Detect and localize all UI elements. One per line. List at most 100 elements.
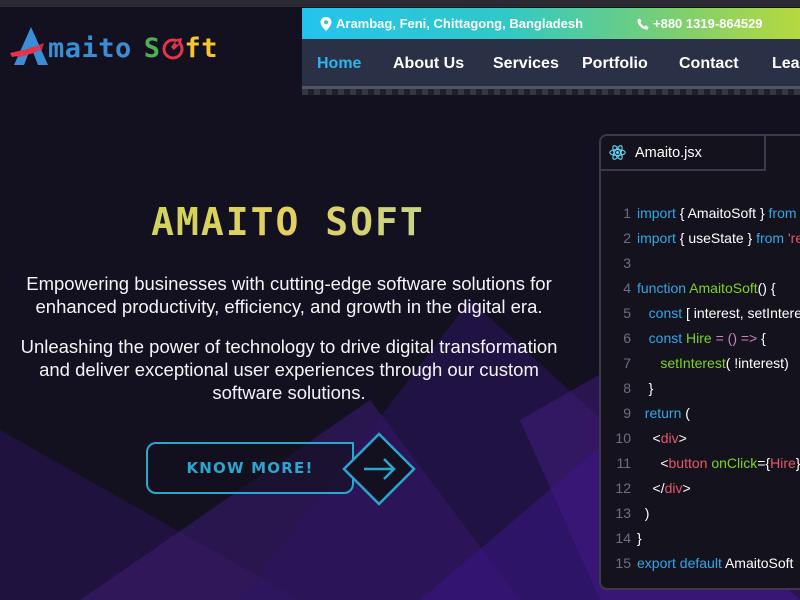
- code-lines: 1 import { AmaitoSoft } from 2 import { us…: [601, 201, 800, 576]
- line-number: 10: [615, 430, 631, 446]
- nav-shadow-divider: [302, 89, 800, 95]
- code-token: const: [648, 305, 687, 321]
- logo-letters-ft: ft: [184, 32, 219, 64]
- line-number: 5: [623, 305, 631, 321]
- code-editor-window: Amaito.jsx 1 import { AmaitoSoft } from 2…: [599, 134, 800, 590]
- line-number: 8: [623, 380, 631, 396]
- code-line: 6 const Hire = () => {: [601, 326, 800, 351]
- code-token: import: [637, 230, 680, 246]
- code-token: return: [644, 405, 686, 421]
- code-token: AmaitoSoft: [689, 280, 758, 296]
- phone-icon: [637, 17, 649, 30]
- code-line: 11 <button onClick={Hire}: [601, 451, 800, 476]
- hero-description-1-line-2: enhanced productivity, efficiency, and g…: [35, 296, 543, 317]
- code-token: onClick: [711, 455, 758, 471]
- line-number: 15: [615, 555, 631, 571]
- code-token: = () =>: [715, 330, 762, 346]
- code-token: >: [678, 430, 687, 446]
- code-line: 15 export default AmaitoSoft: [601, 551, 800, 576]
- code-token: from: [768, 205, 800, 221]
- code-token: {: [761, 330, 766, 346]
- code-token: () {: [757, 280, 776, 296]
- code-line: 1 import { AmaitoSoft } from: [601, 201, 800, 226]
- code-token: function: [637, 280, 690, 296]
- code-token: { AmaitoSoft }: [679, 205, 769, 221]
- code-token: }: [795, 455, 800, 471]
- arrow-right-icon[interactable]: [342, 432, 416, 506]
- code-token: setInterest: [660, 355, 726, 371]
- nav-item-learn[interactable]: Lea: [772, 39, 800, 89]
- nav-item-home[interactable]: Home: [317, 39, 361, 89]
- code-token: }: [637, 530, 642, 546]
- line-number: 11: [616, 455, 631, 471]
- rocket-icon: [162, 37, 184, 59]
- code-line: 10 <div>: [601, 426, 800, 451]
- hero-description-1-line-1: Empowering businesses with cutting-edge …: [26, 273, 552, 294]
- line-number: 1: [623, 205, 631, 221]
- code-token: const: [648, 330, 687, 346]
- main-navigation: Home About Us Services Portfolio Contact…: [302, 39, 800, 89]
- contact-phone[interactable]: +880 1319-864529: [637, 8, 763, 39]
- code-token: >: [682, 480, 691, 496]
- code-token: </: [637, 480, 665, 496]
- code-line: 3: [601, 251, 800, 276]
- contact-bar: Arambag, Feni, Chittagong, Bangladesh +8…: [302, 8, 800, 39]
- code-token: <: [637, 455, 669, 471]
- hero-description-2: Unleashing the power of technology to dr…: [0, 335, 578, 404]
- logo-letter-s: S: [143, 32, 161, 64]
- hero-title: AMAITO SOFT: [0, 200, 576, 244]
- code-line: 2 import { useState } from 're: [601, 226, 800, 251]
- code-token: ( !interest): [725, 355, 789, 371]
- code-token: <: [637, 430, 661, 446]
- code-line: 4 function AmaitoSoft() {: [601, 276, 800, 301]
- nav-item-services[interactable]: Services: [493, 39, 559, 89]
- code-token: }: [637, 380, 654, 396]
- location-pin-icon: [320, 16, 332, 31]
- logo-text-soft: S ft: [144, 33, 218, 64]
- code-file-tab[interactable]: Amaito.jsx: [601, 136, 766, 171]
- site-logo[interactable]: maito S ft: [8, 22, 218, 70]
- line-number: 3: [623, 255, 631, 271]
- hero-description-2-line-2: and deliver exceptional user experiences…: [39, 359, 539, 380]
- know-more-button[interactable]: KNOW MORE!: [146, 442, 354, 494]
- code-token: import: [637, 205, 680, 221]
- code-file-name: Amaito.jsx: [635, 144, 702, 161]
- code-token: Hire: [686, 330, 716, 346]
- hero-description-1: Empowering businesses with cutting-edge …: [0, 272, 578, 318]
- hero-description-2-line-3: software solutions.: [212, 382, 366, 403]
- code-token: 're: [787, 230, 800, 246]
- hero-description-2-line-1: Unleashing the power of technology to dr…: [20, 336, 558, 357]
- code-line: 5 const [ interest, setIntere: [601, 301, 800, 326]
- code-token: (: [685, 405, 690, 421]
- code-token: { useState }: [679, 230, 757, 246]
- code-line: 14}: [601, 526, 800, 551]
- code-line: 9 return (: [601, 401, 800, 426]
- nav-item-contact[interactable]: Contact: [679, 39, 739, 89]
- code-line: 8 }: [601, 376, 800, 401]
- code-token: div: [660, 430, 679, 446]
- phone-text: +880 1319-864529: [653, 16, 763, 31]
- code-token: export default: [637, 555, 725, 571]
- line-number: 4: [623, 280, 631, 296]
- line-number: 2: [623, 230, 631, 246]
- code-token: [ interest, setIntere: [686, 305, 800, 321]
- line-number: 14: [615, 530, 631, 546]
- code-line: 7 setInterest( !interest): [601, 351, 800, 376]
- line-number: 7: [623, 355, 631, 371]
- line-number: 6: [623, 330, 631, 346]
- address-text: Arambag, Feni, Chittagong, Bangladesh: [336, 16, 584, 31]
- line-number: 12: [615, 480, 631, 496]
- code-token: AmaitoSoft: [724, 555, 794, 571]
- logo-text: maito: [48, 32, 132, 64]
- code-token: ={: [757, 455, 771, 471]
- code-line: 12 </div>: [601, 476, 800, 501]
- code-token: from: [756, 230, 788, 246]
- nav-item-portfolio[interactable]: Portfolio: [582, 39, 648, 89]
- code-token: div: [664, 480, 683, 496]
- nav-item-about-us[interactable]: About Us: [393, 39, 464, 89]
- line-number: 13: [615, 505, 631, 521]
- code-token: Hire: [770, 455, 796, 471]
